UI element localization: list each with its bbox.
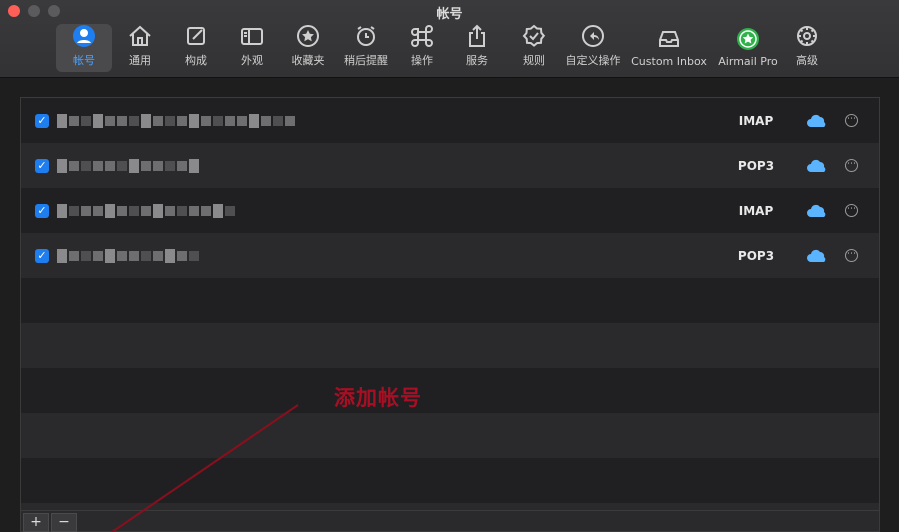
tab-favorites[interactable]: 收藏夹	[280, 24, 336, 72]
more-options-icon[interactable]: ⋯	[845, 114, 858, 127]
annotation-label: 添加帐号	[334, 386, 422, 410]
list-bottom-bar: + −	[20, 511, 880, 532]
cloud-icon	[807, 159, 826, 172]
tab-custom-actions[interactable]: 自定义操作	[562, 24, 624, 72]
empty-row	[21, 503, 879, 510]
window-title: 帐号	[436, 7, 463, 22]
tab-appearance[interactable]: 外观	[224, 24, 280, 72]
add-account-button[interactable]: +	[23, 513, 49, 532]
empty-row	[21, 323, 879, 368]
tab-general[interactable]: 通用	[112, 24, 168, 72]
account-name-redacted	[57, 246, 199, 266]
empty-row	[21, 278, 879, 323]
account-enabled-checkbox[interactable]: ✓	[35, 203, 49, 218]
account-protocol: POP3	[737, 248, 775, 263]
account-row[interactable]: ✓ POP3 ⋯	[21, 233, 879, 278]
tab-snooze[interactable]: 稍后提醒	[336, 24, 396, 72]
badge-check-icon	[521, 23, 547, 49]
tab-custom-inbox[interactable]: Custom Inbox	[624, 24, 714, 72]
empty-row	[21, 368, 879, 413]
accounts-list: ✓ IMAP ⋯ ✓ POP3 ⋯ ✓ IMAP ⋯ ✓ POP3 ⋯	[20, 97, 880, 511]
undo-circle-icon	[580, 23, 606, 49]
account-protocol: IMAP	[738, 113, 774, 128]
account-row[interactable]: ✓ POP3 ⋯	[21, 143, 879, 188]
empty-row	[21, 458, 879, 503]
account-enabled-checkbox[interactable]: ✓	[35, 248, 49, 263]
tab-rules[interactable]: 规则	[506, 24, 562, 72]
account-row[interactable]: ✓ IMAP ⋯	[21, 188, 879, 233]
tab-services[interactable]: 服务	[448, 24, 506, 72]
account-row[interactable]: ✓ IMAP ⋯	[21, 98, 879, 143]
gear-icon	[794, 23, 820, 49]
share-icon	[464, 23, 490, 49]
title-bar: 帐号 帐号 通用 构成 外观 收藏夹 稍后提醒 操作 服务 规则 自定义操作 C…	[0, 0, 899, 78]
sidebar-icon	[239, 23, 265, 49]
home-icon	[127, 23, 153, 49]
empty-row	[21, 413, 879, 458]
account-enabled-checkbox[interactable]: ✓	[35, 113, 49, 128]
star-icon	[295, 23, 321, 49]
account-enabled-checkbox[interactable]: ✓	[35, 158, 49, 173]
tab-advanced[interactable]: 高级	[782, 24, 832, 72]
preferences-toolbar: 帐号 通用 构成 外观 收藏夹 稍后提醒 操作 服务 规则 自定义操作 Cust…	[56, 24, 832, 76]
cloud-icon	[807, 249, 826, 262]
account-protocol: IMAP	[738, 203, 774, 218]
more-options-icon[interactable]: ⋯	[845, 249, 858, 262]
account-protocol: POP3	[737, 158, 775, 173]
tab-accounts[interactable]: 帐号	[56, 24, 112, 72]
account-name-redacted	[57, 111, 295, 131]
cloud-icon	[807, 114, 826, 127]
remove-account-button[interactable]: −	[51, 513, 77, 532]
tab-actions[interactable]: 操作	[396, 24, 448, 72]
tab-compose[interactable]: 构成	[168, 24, 224, 72]
account-name-redacted	[57, 201, 235, 221]
more-options-icon[interactable]: ⋯	[845, 159, 858, 172]
tab-airmail-pro[interactable]: Airmail Pro	[714, 24, 782, 72]
star-badge-icon	[735, 26, 761, 52]
compose-icon	[183, 23, 209, 49]
cloud-icon	[807, 204, 826, 217]
account-name-redacted	[57, 156, 199, 176]
inbox-icon	[656, 26, 682, 52]
account-icon	[71, 23, 97, 49]
alarm-icon	[353, 23, 379, 49]
more-options-icon[interactable]: ⋯	[845, 204, 858, 217]
command-icon	[409, 23, 435, 49]
